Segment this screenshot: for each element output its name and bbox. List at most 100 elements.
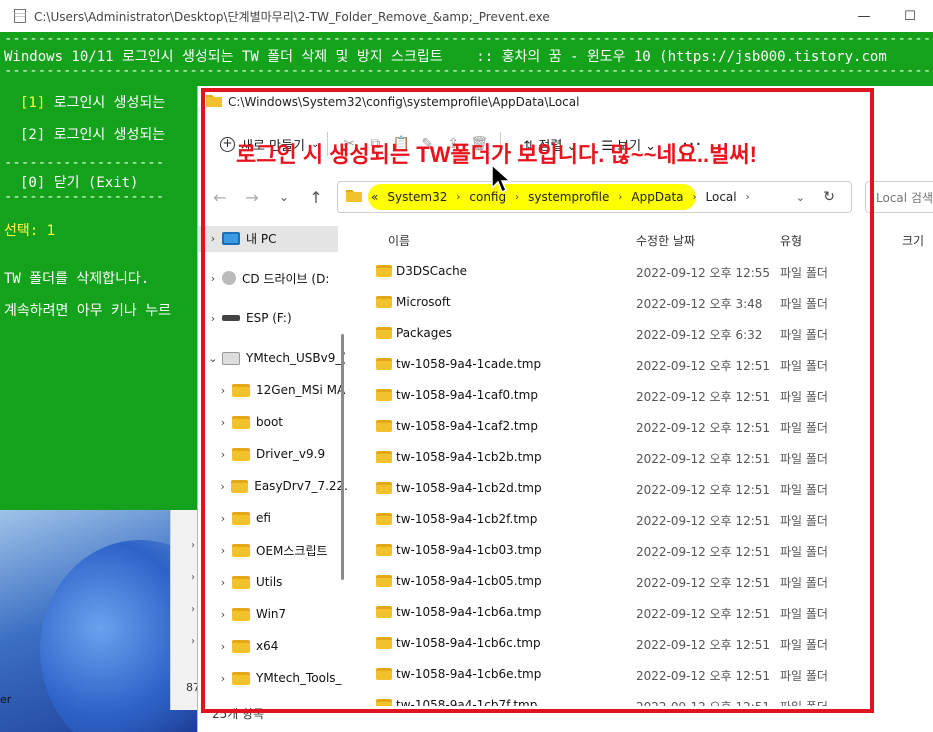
pc-icon [222,231,240,245]
file-date: 2022-09-12 오후 12:51 [636,607,771,621]
file-row[interactable]: tw-1058-9a4-1cb7f.tmp 2022-09-12 오후 12:51… [368,690,933,706]
chevron-right-icon[interactable]: › [214,480,231,493]
file-row[interactable]: Microsoft 2022-09-12 오후 3:48 파일 폴더 [368,287,933,318]
file-name: tw-1058-9a4-1cade.tmp [396,357,542,371]
console-msg-continue: 계속하려면 아무 키나 누르 [4,303,171,319]
nav-item-label: efi [256,511,271,525]
file-name: tw-1058-9a4-1cb6e.tmp [396,667,542,681]
chevron-right-icon[interactable]: › [214,416,232,429]
nav-item[interactable]: › Utils [198,568,348,596]
file-row[interactable]: Packages 2022-09-12 오후 6:32 파일 폴더 [368,318,933,349]
nav-item[interactable]: › efi [198,504,348,532]
folder-icon [232,383,250,397]
chevron-right-icon[interactable]: › [214,544,232,557]
nav-pane-scrollbar[interactable] [341,334,344,580]
nav-item-label: YMtech_USBv9_( [246,351,347,365]
breadcrumb-overflow[interactable]: « [371,190,378,204]
chevron-right-icon[interactable]: › [214,448,232,461]
file-name: tw-1058-9a4-1caf2.tmp [396,419,538,433]
nav-item[interactable]: › 내 PC [198,226,338,252]
file-row[interactable]: D3DSCache 2022-09-12 오후 12:55 파일 폴더 [368,256,933,287]
nav-item-label: 내 PC [246,231,277,246]
console-msg-delete: TW 폴더를 삭제합니다. [4,271,150,287]
chevron-right-icon[interactable]: › [204,232,222,245]
chevron-right-icon[interactable]: › [214,672,232,685]
chevron-right-icon[interactable]: › [214,576,232,589]
column-size[interactable]: 크기 [902,232,924,249]
file-row[interactable]: tw-1058-9a4-1cb6c.tmp 2022-09-12 오후 12:51… [368,628,933,659]
chevron-down-icon[interactable]: ⌄ [204,352,222,365]
nav-item[interactable]: › CD 드라이브 (D: [198,264,348,292]
explorer-titlebar: C:\Windows\System32\config\systemprofile… [198,86,933,118]
file-row[interactable]: tw-1058-9a4-1cb6e.tmp 2022-09-12 오후 12:51… [368,659,933,690]
column-date[interactable]: 수정한 날짜 [636,232,695,249]
chevron-right-icon[interactable]: › [515,192,519,203]
chevron-right-icon[interactable]: › [746,192,750,203]
file-name: tw-1058-9a4-1cb6a.tmp [396,605,542,619]
chevron-right-icon[interactable]: › [214,640,232,653]
chevron-right-icon[interactable]: › [214,512,232,525]
desktop-icon-label[interactable]: er [0,693,11,706]
forward-button[interactable]: → [236,188,268,207]
file-row[interactable]: tw-1058-9a4-1cb05.tmp 2022-09-12 오후 12:51… [368,566,933,597]
maximize-button[interactable]: ☐ [887,9,933,24]
address-bar[interactable]: « System32 › config › systemprofile › Ap… [337,181,852,213]
file-row[interactable]: tw-1058-9a4-1caf0.tmp 2022-09-12 오후 12:51… [368,380,933,411]
file-row[interactable]: tw-1058-9a4-1caf2.tmp 2022-09-12 오후 12:51… [368,411,933,442]
nav-item[interactable]: ⌄ YMtech_USBv9_( [198,344,348,372]
chevron-right-icon: › [191,604,195,615]
background-window-edge: › › › › [170,510,200,710]
breadcrumb-appdata[interactable]: AppData [631,190,683,204]
file-date: 2022-09-12 오후 12:51 [636,483,771,497]
file-row[interactable]: tw-1058-9a4-1cade.tmp 2022-09-12 오후 12:51… [368,349,933,380]
chevron-right-icon[interactable]: › [214,608,232,621]
chevron-down-icon[interactable]: ⌄ [796,191,805,204]
nav-item-label: EasyDrv7_7.22. [254,479,348,493]
cd-icon [222,271,236,285]
minimize-button[interactable]: — [841,9,887,24]
status-item-count: 25개 항목 [212,707,265,721]
file-row[interactable]: tw-1058-9a4-1cb2b.tmp 2022-09-12 오후 12:51… [368,442,933,473]
file-date: 2022-09-12 오후 12:51 [636,452,771,466]
folder-icon [376,699,392,706]
file-row[interactable]: tw-1058-9a4-1cb6a.tmp 2022-09-12 오후 12:51… [368,597,933,628]
file-type: 파일 폴더 [780,421,828,435]
nav-item[interactable]: › boot [198,408,348,436]
nav-item[interactable]: › EasyDrv7_7.22. [198,472,348,500]
refresh-icon[interactable]: ↻ [823,189,835,205]
nav-item[interactable]: › ESP (F:) [198,304,348,332]
chevron-right-icon[interactable]: › [618,192,622,203]
breadcrumb-system32[interactable]: System32 [387,190,447,204]
nav-item[interactable]: › x64 [198,632,348,660]
nav-item[interactable]: › 12Gen_MSi MA [198,376,348,404]
file-row[interactable]: tw-1058-9a4-1cb2d.tmp 2022-09-12 오후 12:51… [368,473,933,504]
nav-item[interactable]: › Win7 [198,600,348,628]
column-type[interactable]: 유형 [780,232,802,249]
chevron-right-icon[interactable]: › [204,272,222,285]
up-button[interactable]: ↑ [300,188,332,207]
file-row[interactable]: tw-1058-9a4-1cb03.tmp 2022-09-12 오후 12:51… [368,535,933,566]
usb-icon [222,351,240,365]
chevron-right-icon[interactable]: › [693,192,697,203]
chevron-right-icon[interactable]: › [214,384,232,397]
file-explorer-window: C:\Windows\System32\config\systemprofile… [197,86,933,732]
chevron-right-icon[interactable]: › [456,192,460,203]
column-name[interactable]: 이름 [388,232,410,249]
file-type: 파일 폴더 [780,297,828,311]
folder-icon [376,482,392,494]
recent-locations-button[interactable]: ⌄ [268,190,300,204]
file-row[interactable]: tw-1058-9a4-1cb2f.tmp 2022-09-12 오후 12:51… [368,504,933,535]
chevron-right-icon[interactable]: › [204,312,222,325]
folder-icon [376,358,392,370]
breadcrumb-systemprofile[interactable]: systemprofile [528,190,609,204]
file-type: 파일 폴더 [780,576,828,590]
esp-icon [222,315,240,321]
search-input[interactable]: Local 검색 [865,181,933,213]
nav-item-label: 12Gen_MSi MA [256,383,346,397]
nav-item[interactable]: › OEM스크립트 [198,536,348,564]
breadcrumb-local[interactable]: Local [706,190,737,204]
nav-item[interactable]: › YMtech_Tools_ [198,664,348,692]
nav-item[interactable]: › Driver_v9.9 [198,440,348,468]
file-date: 2022-09-12 오후 12:51 [636,545,771,559]
back-button[interactable]: ← [204,188,236,207]
